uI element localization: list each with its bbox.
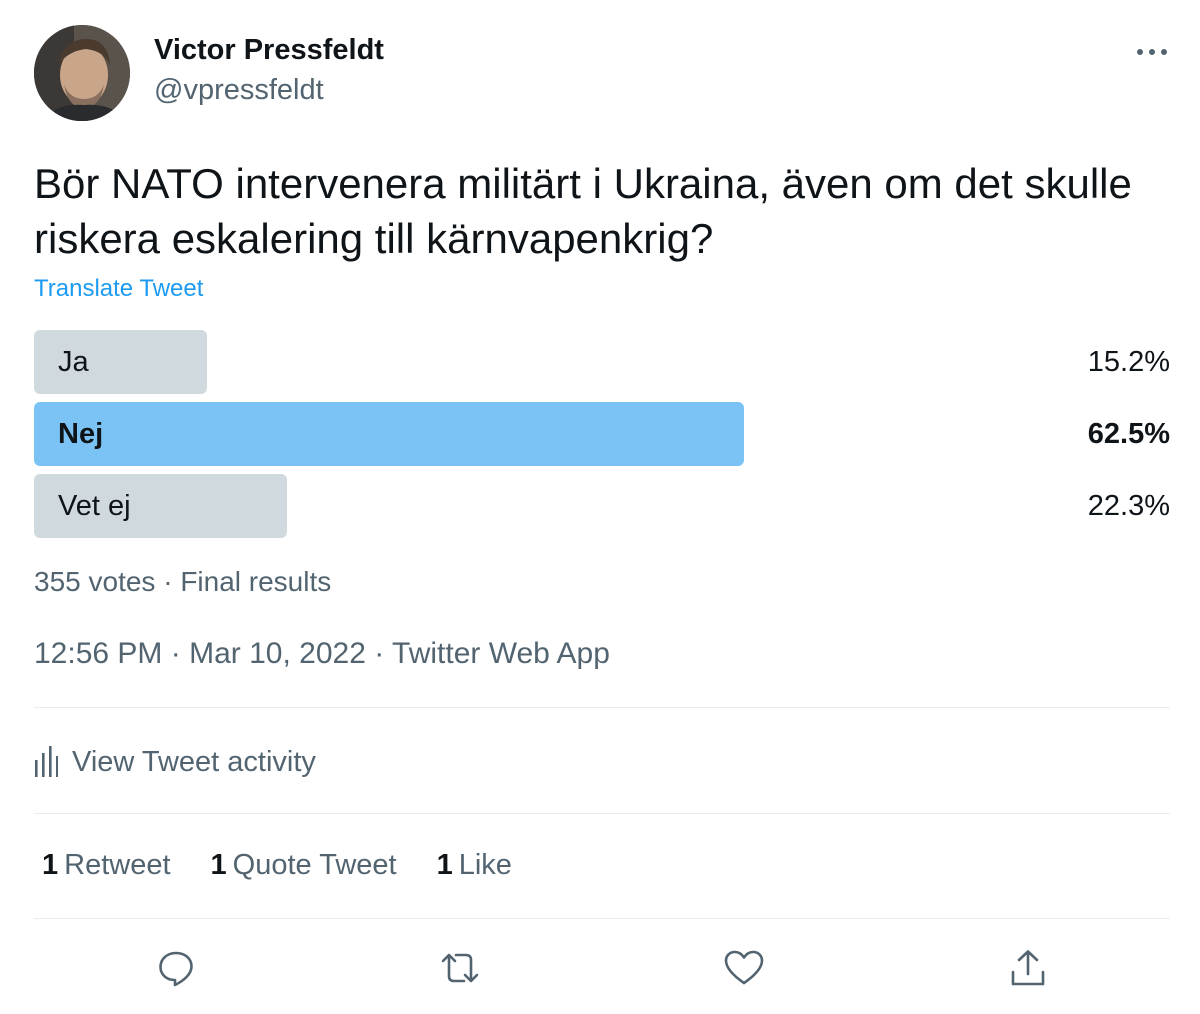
separator: · xyxy=(374,637,385,670)
divider xyxy=(34,918,1170,919)
more-icon xyxy=(1137,49,1167,55)
tweet-source[interactable]: Twitter Web App xyxy=(392,637,610,670)
stat-count: 1 xyxy=(210,849,227,881)
like-count-link[interactable]: 1 Like xyxy=(437,849,512,882)
poll-option: Vet ej 22.3% xyxy=(34,474,1170,538)
tweet-timestamp: 12:56 PM · Mar 10, 2022 · Twitter Web Ap… xyxy=(34,637,610,671)
retweet-button[interactable] xyxy=(436,944,484,992)
retweet-count-link[interactable]: 1 Retweet xyxy=(42,849,171,882)
retweet-icon xyxy=(441,953,479,983)
poll-option-percent: 15.2% xyxy=(1087,346,1170,378)
tweet-date[interactable]: Mar 10, 2022 xyxy=(189,637,366,670)
tweet-text: Bör NATO intervenera militärt i Ukraina,… xyxy=(34,160,1132,262)
poll-votes: 355 votes xyxy=(34,566,156,597)
quote-tweet-count-link[interactable]: 1 Quote Tweet xyxy=(211,849,397,882)
stat-label: Retweet xyxy=(64,849,171,881)
like-button[interactable] xyxy=(720,944,768,992)
poll-option-percent: 62.5% xyxy=(1087,418,1170,450)
view-tweet-activity-link[interactable]: View Tweet activity xyxy=(34,742,316,782)
reply-button[interactable] xyxy=(152,944,200,992)
share-icon xyxy=(1011,950,1045,986)
reply-icon xyxy=(159,951,193,987)
stat-label: Quote Tweet xyxy=(232,849,397,881)
heart-icon xyxy=(724,950,764,985)
more-options-button[interactable] xyxy=(1126,38,1182,66)
share-button[interactable] xyxy=(1004,944,1052,992)
poll-option-label: Ja xyxy=(58,346,89,378)
translate-tweet-link[interactable]: Translate Tweet xyxy=(34,275,203,303)
avatar[interactable] xyxy=(34,25,130,121)
poll-option: Nej 62.5% xyxy=(34,402,1170,466)
author-name[interactable]: Victor Pressfeldt xyxy=(154,34,384,67)
stat-count: 1 xyxy=(436,849,453,881)
poll-option-label: Vet ej xyxy=(58,490,131,522)
poll-option: Ja 15.2% xyxy=(34,330,1170,394)
poll-option-percent: 22.3% xyxy=(1087,490,1170,522)
poll-bar xyxy=(34,402,744,466)
divider xyxy=(34,707,1170,708)
stat-count: 1 xyxy=(42,849,59,881)
poll-status: Final results xyxy=(180,566,332,597)
poll-meta: 355 votes · Final results xyxy=(34,566,331,598)
tweet-stats: 1 Retweet 1 Quote Tweet 1 Like xyxy=(42,849,552,882)
analytics-icon xyxy=(35,746,58,777)
stat-label: Like xyxy=(458,849,512,881)
separator: · xyxy=(163,566,173,597)
author-handle[interactable]: @vpressfeldt xyxy=(154,74,324,107)
divider xyxy=(34,813,1170,814)
poll-option-label: Nej xyxy=(58,418,104,450)
view-tweet-activity-label: View Tweet activity xyxy=(72,745,316,778)
tweet-time[interactable]: 12:56 PM xyxy=(34,637,162,670)
separator: · xyxy=(170,637,181,670)
